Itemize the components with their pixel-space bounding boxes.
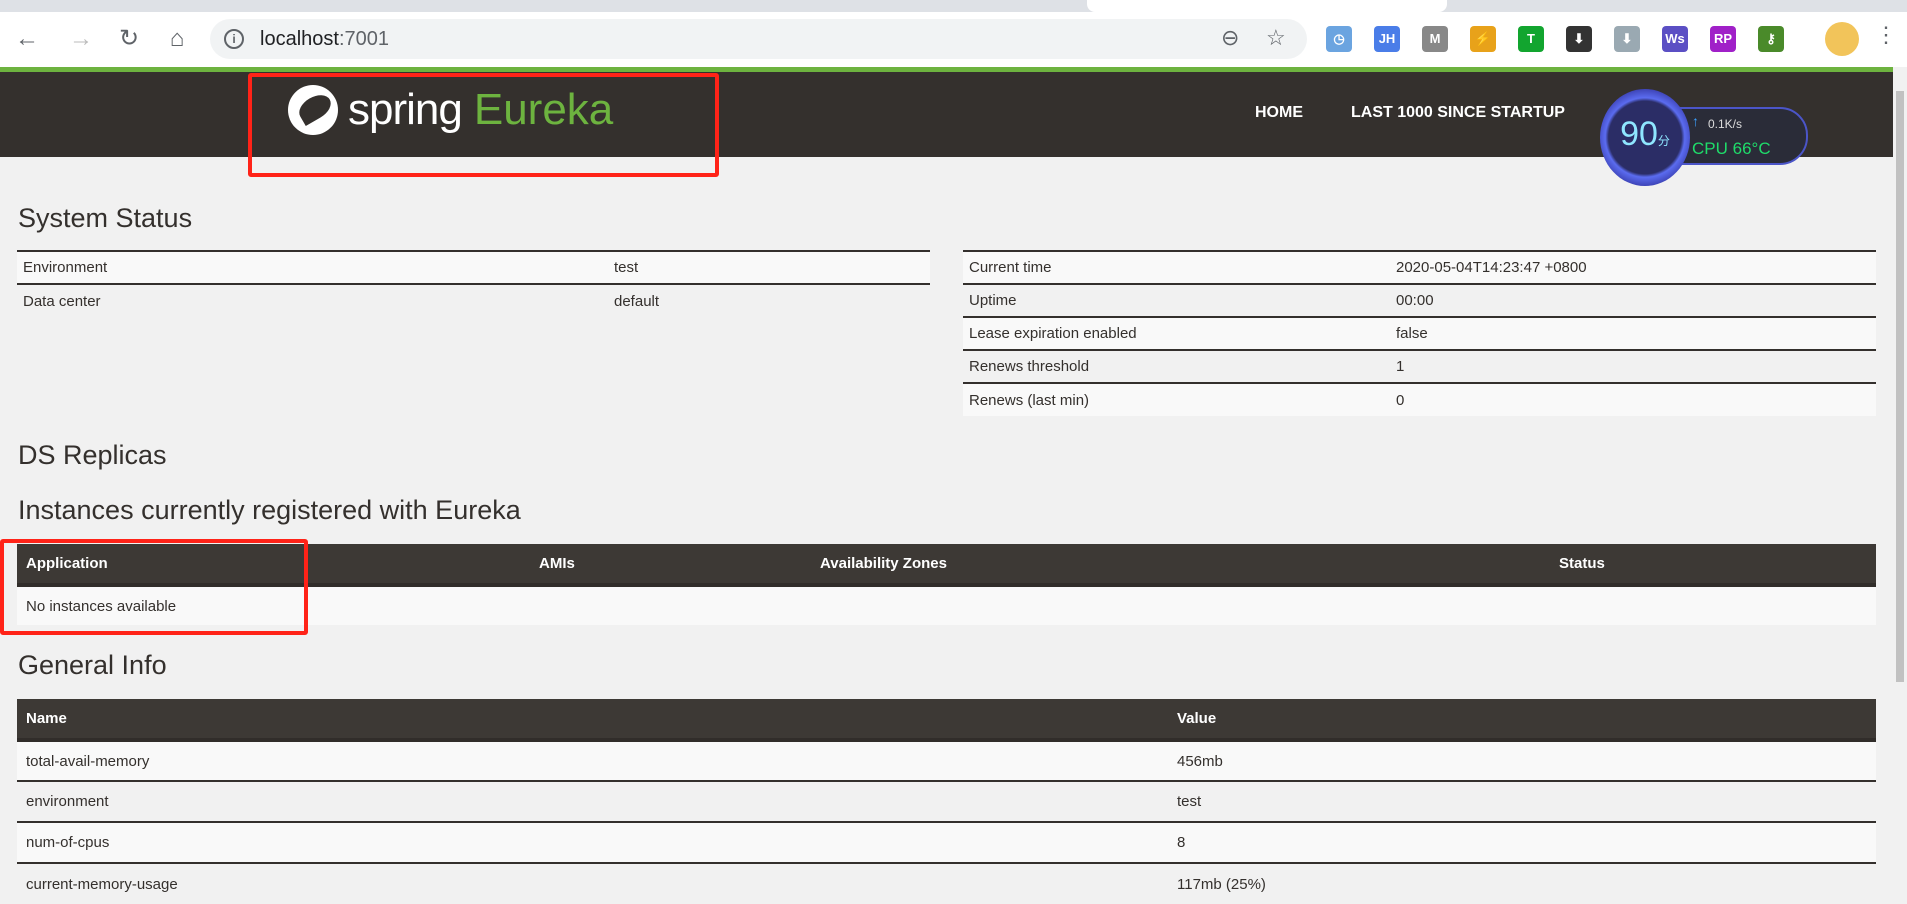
jh-extension-icon[interactable]: JH <box>1374 26 1400 52</box>
general-info-table: Name Value total-avail-memory 456mb enviro… <box>17 699 1876 904</box>
table-row: Environment test <box>17 251 930 284</box>
col-value: Value <box>1168 699 1876 742</box>
score-unit: 分 <box>1657 134 1670 148</box>
row-key: num-of-cpus <box>26 834 110 851</box>
row-value: 8 <box>1177 834 1186 851</box>
col-availability-zones: Availability Zones <box>811 544 1550 587</box>
table-row: Renews threshold 1 <box>963 350 1876 383</box>
row-value: 117mb (25%) <box>1177 875 1266 893</box>
forward-icon[interactable]: → <box>66 24 96 54</box>
system-status-right-table: Current time 2020-05-04T14:23:47 +0800 Up… <box>963 250 1876 416</box>
table-row: total-avail-memory 456mb <box>17 740 1876 781</box>
score-value: 90 <box>1620 115 1658 153</box>
col-name: Name <box>17 699 1168 742</box>
nav-home[interactable]: HOME <box>1255 104 1303 122</box>
active-tab[interactable] <box>1087 0 1447 12</box>
row-key: total-avail-memory <box>26 752 150 770</box>
info-icon[interactable]: i <box>224 29 244 49</box>
row-key: environment <box>26 793 109 810</box>
lightning-extension-icon[interactable]: ⚡ <box>1470 26 1496 52</box>
table-row: Current time 2020-05-04T14:23:47 +0800 <box>963 251 1876 284</box>
ds-replicas-heading: DS Replicas <box>18 440 167 470</box>
menu-kebab-icon[interactable]: ⋮ <box>1875 22 1897 48</box>
col-status: Status <box>1550 544 1876 587</box>
row-value: false <box>1396 325 1428 342</box>
system-status-heading: System Status <box>18 203 193 233</box>
row-key: Current time <box>969 259 1052 276</box>
row-key: Renews threshold <box>969 358 1090 375</box>
system-status-left-table: Environment test Data center default <box>17 250 930 317</box>
row-value: default <box>614 292 660 310</box>
table-row: Renews (last min) 0 <box>963 383 1876 416</box>
zoom-out-icon[interactable]: ⊖ <box>1221 25 1239 51</box>
row-key: Uptime <box>969 292 1017 309</box>
table-row: Lease expiration enabled false <box>963 317 1876 350</box>
row-value: 1 <box>1396 358 1405 375</box>
network-speed: 0.1K/s <box>1708 117 1743 131</box>
row-key: Data center <box>23 292 101 310</box>
row-value: 456mb <box>1177 752 1223 770</box>
row-key: Renews (last min) <box>969 391 1090 409</box>
ws-extension-icon[interactable]: Ws <box>1662 26 1688 52</box>
key-extension-icon[interactable]: ⚷ <box>1758 26 1784 52</box>
annotation-box-instances <box>0 539 308 635</box>
upload-arrow-icon: ↑ <box>1692 113 1699 129</box>
clock-extension-icon[interactable]: ◷ <box>1326 26 1352 52</box>
row-value: test <box>614 259 639 276</box>
url-port: :7001 <box>338 28 389 50</box>
profile-avatar[interactable] <box>1825 22 1859 56</box>
table-row: num-of-cpus 8 <box>17 822 1876 863</box>
row-value: 0 <box>1396 391 1405 409</box>
url-host: localhost <box>260 28 339 50</box>
system-monitor-widget[interactable]: 90分 ↑ 0.1K/s CPU 66°C <box>1600 89 1808 186</box>
annotation-box-logo <box>248 73 719 177</box>
home-icon[interactable]: ⌂ <box>162 24 192 54</box>
row-key: Environment <box>23 259 108 276</box>
reload-icon[interactable]: ↻ <box>114 24 144 54</box>
row-value: 00:00 <box>1396 292 1434 309</box>
page-scrollbar[interactable] <box>1893 72 1907 888</box>
row-key: Lease expiration enabled <box>969 325 1137 342</box>
row-value: 2020-05-04T14:23:47 +0800 <box>1396 259 1587 276</box>
download-grey-extension-icon[interactable]: ⬇ <box>1614 26 1640 52</box>
download-extension-icon[interactable]: ⬇ <box>1566 26 1592 52</box>
row-value: test <box>1177 793 1202 810</box>
table-row: environment test <box>17 781 1876 822</box>
score: 90分 <box>1600 115 1690 154</box>
table-row: Data center default <box>17 284 930 317</box>
address-bar[interactable]: i localhost:7001 ⊖ ☆ <box>210 19 1307 59</box>
tab-strip <box>0 0 1907 12</box>
table-row: Uptime 00:00 <box>963 284 1876 317</box>
general-info-heading: General Info <box>18 650 167 680</box>
tampermonkey-extension-icon[interactable]: T <box>1518 26 1544 52</box>
table-row: current-memory-usage 117mb (25%) <box>17 863 1876 904</box>
gmail-checker-extension-icon[interactable]: M <box>1422 26 1448 52</box>
scrollbar-thumb[interactable] <box>1896 91 1904 682</box>
nav-last-1000[interactable]: LAST 1000 SINCE STARTUP <box>1351 104 1565 122</box>
cpu-temp: CPU 66°C <box>1692 139 1771 158</box>
rp-extension-icon[interactable]: RP <box>1710 26 1736 52</box>
row-key: current-memory-usage <box>26 875 178 893</box>
col-amis: AMIs <box>530 544 811 587</box>
bookmark-star-icon[interactable]: ☆ <box>1266 25 1286 51</box>
url-text[interactable]: localhost:7001 <box>260 28 389 51</box>
back-icon[interactable]: ← <box>12 24 42 54</box>
instances-heading: Instances currently registered with Eure… <box>18 495 521 525</box>
